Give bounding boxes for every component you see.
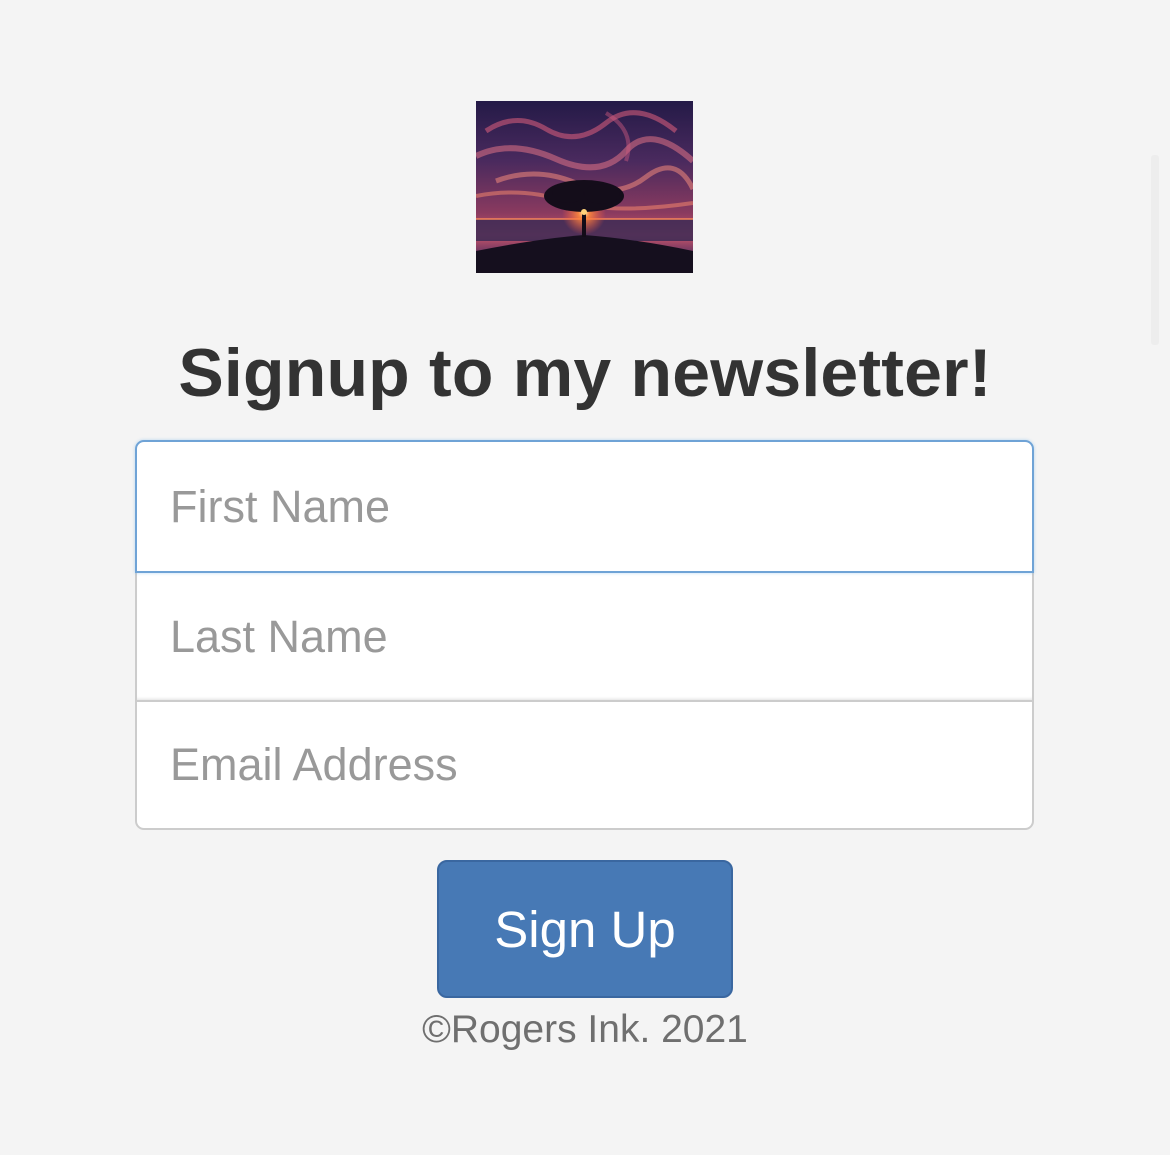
copyright-footer: ©Rogers Ink. 2021 [422,1008,748,1051]
last-name-input[interactable] [135,571,1034,702]
logo-image [476,101,693,273]
first-name-input[interactable] [135,440,1034,573]
email-input[interactable] [135,700,1034,830]
page-title: Signup to my newsletter! [178,335,992,411]
sign-up-button[interactable]: Sign Up [437,860,733,998]
scroll-edge [1151,155,1159,345]
